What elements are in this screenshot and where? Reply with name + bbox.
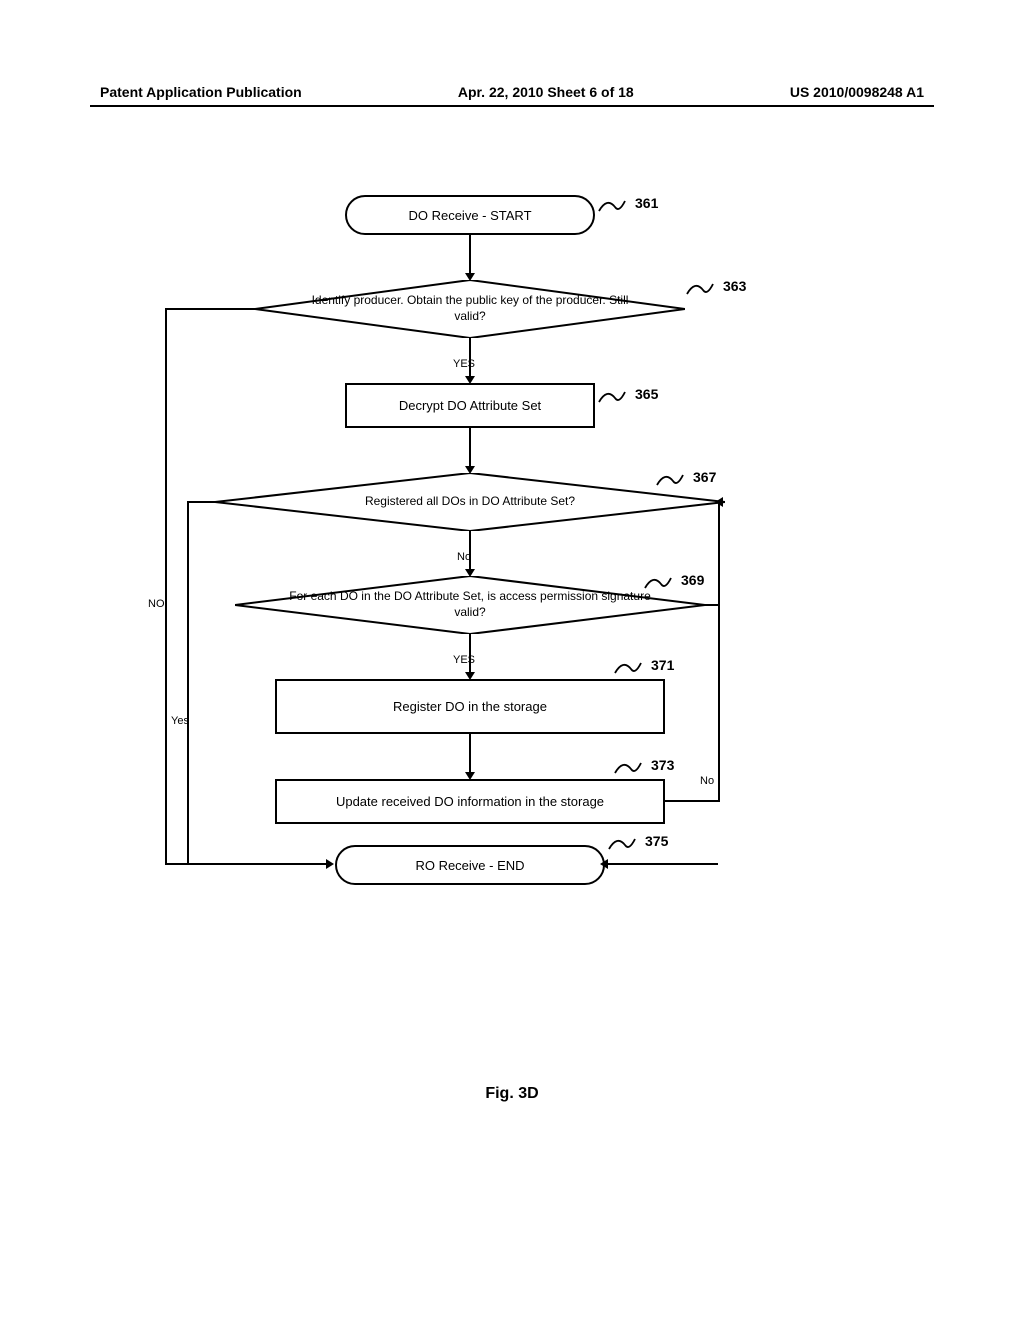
node-371-text: Register DO in the storage	[393, 699, 547, 714]
node-373-text: Update received DO information in the st…	[336, 794, 604, 809]
edge-367-yes: Yes	[171, 715, 189, 727]
ref-swoosh-373	[613, 759, 643, 777]
decision-367: Registered all DOs in DO Attribute Set?	[215, 473, 725, 531]
ref-369: 369	[681, 572, 704, 588]
node-361-text: DO Receive - START	[408, 208, 531, 223]
node-363-text: Identify producer. Obtain the public key…	[255, 293, 685, 324]
ref-swoosh-367	[655, 471, 685, 489]
terminator-end: RO Receive - END	[335, 845, 605, 885]
edge-363-no: NO	[148, 598, 165, 610]
process-365: Decrypt DO Attribute Set	[345, 383, 595, 428]
node-369-text: For each DO in the DO Attribute Set, is …	[235, 589, 705, 620]
process-371: Register DO in the storage	[275, 679, 665, 734]
ref-373: 373	[651, 757, 674, 773]
edge-363-yes: YES	[453, 358, 475, 370]
process-373: Update received DO information in the st…	[275, 779, 665, 824]
ref-swoosh-365	[597, 388, 627, 406]
ref-375: 375	[645, 833, 668, 849]
terminator-start: DO Receive - START	[345, 195, 595, 235]
ref-363: 363	[723, 278, 746, 294]
ref-swoosh-363	[685, 280, 715, 298]
decision-363: Identify producer. Obtain the public key…	[255, 280, 685, 338]
node-367-text: Registered all DOs in DO Attribute Set?	[325, 494, 615, 510]
edge-367-no: No	[457, 551, 471, 563]
ref-365: 365	[635, 386, 658, 402]
header-right: US 2010/0098248 A1	[790, 84, 924, 100]
node-365-text: Decrypt DO Attribute Set	[399, 398, 541, 413]
node-375-text: RO Receive - END	[415, 858, 524, 873]
ref-367: 367	[693, 469, 716, 485]
flowchart-diagram: DO Receive - START 361 Identify producer…	[145, 195, 845, 1065]
header-rule	[90, 105, 934, 107]
edge-369-no: No	[700, 775, 714, 787]
ref-371: 371	[651, 657, 674, 673]
decision-369: For each DO in the DO Attribute Set, is …	[235, 576, 705, 634]
ref-swoosh-375	[607, 835, 637, 853]
header-center: Apr. 22, 2010 Sheet 6 of 18	[458, 84, 634, 100]
ref-swoosh-371	[613, 659, 643, 677]
ref-swoosh-361	[597, 197, 627, 215]
header-left: Patent Application Publication	[100, 84, 302, 100]
edge-369-yes: YES	[453, 654, 475, 666]
figure-caption: Fig. 3D	[0, 1085, 1024, 1103]
ref-361: 361	[635, 195, 658, 211]
